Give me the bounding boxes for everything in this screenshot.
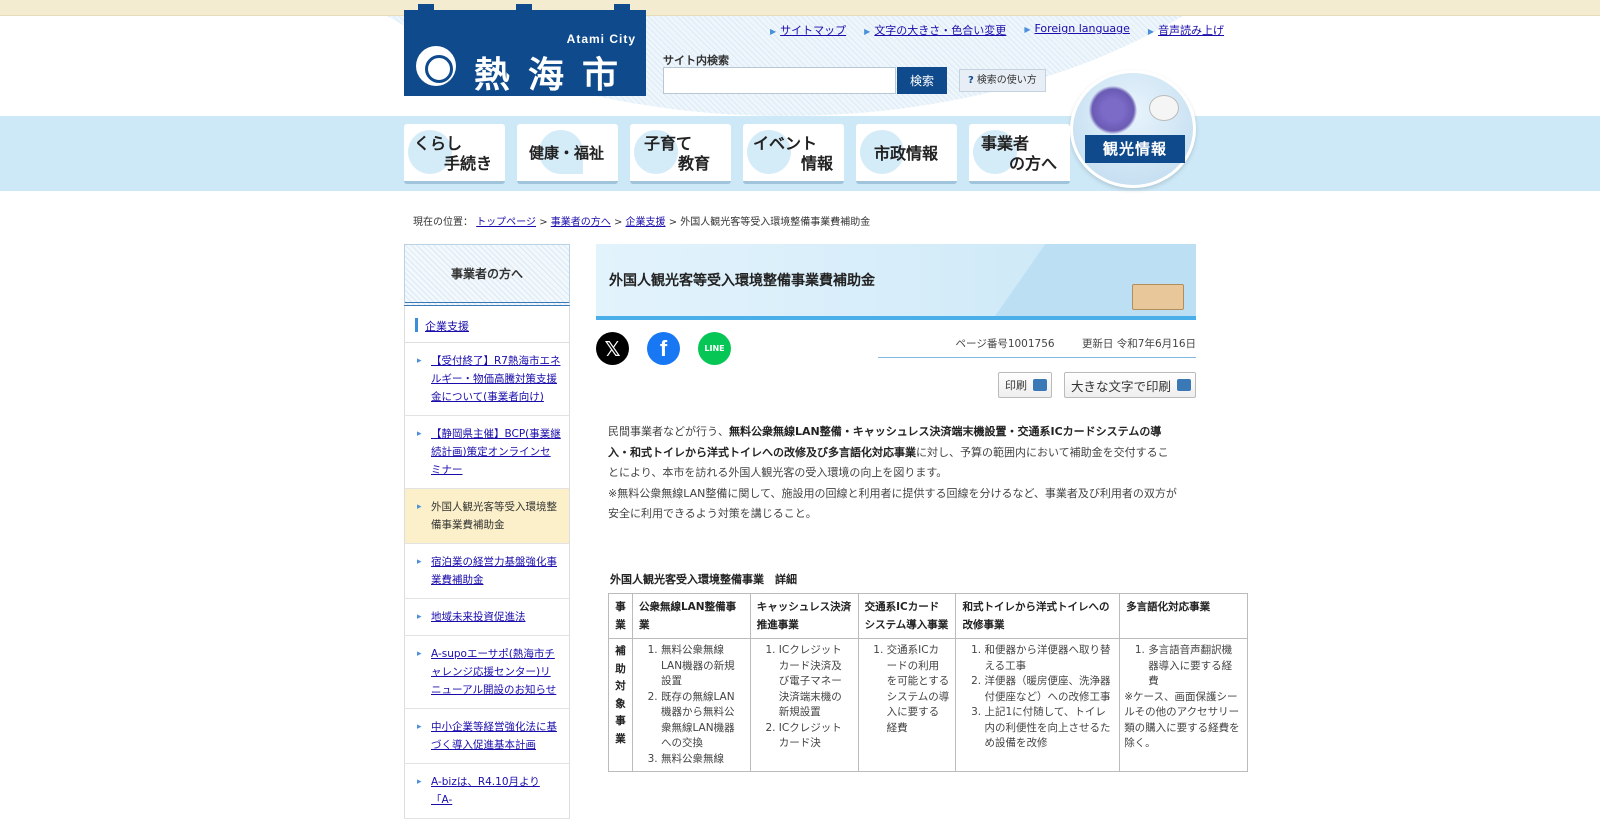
link-text-size-color[interactable]: 文字の大きさ・色合い変更 <box>874 24 1006 37</box>
logo-english: Atami City <box>566 32 636 46</box>
detail-table: 事業 公衆無線LAN整備事業 キャッシュレス決済推進事業 交通系ICカードシステ… <box>608 593 1248 772</box>
triangle-icon: ▶ <box>770 27 777 36</box>
printer-icon <box>1032 379 1047 391</box>
sidebar: 事業者の方へ 企業支援 【受付終了】R7熱海市エネルギー・物価高騰対策支援金につ… <box>404 244 570 819</box>
sidebar-category-link[interactable]: 企業支援 <box>425 320 469 333</box>
print-button[interactable]: 印刷 <box>997 372 1052 398</box>
facebook-share-icon[interactable]: f <box>647 332 680 365</box>
nav-health-welfare[interactable]: 健康・福祉 <box>517 124 618 184</box>
seagull-image <box>1149 95 1179 121</box>
page-number: ページ番号1001756 <box>955 338 1055 350</box>
search-input[interactable] <box>663 67 896 94</box>
table-caption: 外国人観光客受入環境整備事業 詳細 <box>610 573 797 586</box>
table-cell: 多言語音声翻訳機器導入に要する経費※ケース、画面保護シールその他のアクセサリー類… <box>1119 638 1248 772</box>
global-nav: くらし 手続き 健康・福祉 子育て 教育 イベント 情報 市政情報 事業者 の方… <box>404 124 1070 184</box>
nav-for-businesses[interactable]: 事業者 の方へ <box>969 124 1070 184</box>
breadcrumb: 現在の位置： トップページ > 事業者の方へ > 企業支援 > 外国人観光客等受… <box>413 217 871 228</box>
sidebar-item: A-supoエーサポ(熱海市チャレンジ応援センター)リニューアル開設のお知らせ <box>404 636 570 709</box>
link-text-to-speech[interactable]: 音声読み上げ <box>1158 24 1224 37</box>
page-meta: ページ番号1001756 更新日 令和7年6月16日 <box>878 336 1196 358</box>
nav-living-procedures[interactable]: くらし 手続き <box>404 124 505 184</box>
search-help-label: 検索の使い方 <box>976 75 1037 86</box>
tourism-info-label: 観光情報 <box>1085 135 1185 163</box>
sidebar-item: 中小企業等経営強化法に基づく導入促進基本計画 <box>404 709 570 764</box>
table-cell: 和便器から洋便器へ取り替える工事洋便器（暖房便座、洗浄器付便座など）への改修工事… <box>955 638 1121 772</box>
main-content: 外国人観光客等受入環境整備事業費補助金 𝕏 f LINE ページ番号100175… <box>596 244 1248 772</box>
table-cell: ICクレジットカード決済及び電子マネー決済端末機の新規設置ICクレジットカード決 <box>749 638 859 772</box>
site-logo[interactable]: Atami City 熱海市 <box>404 4 646 96</box>
printer-icon <box>1177 379 1191 391</box>
breadcrumb-top[interactable]: トップページ <box>476 217 536 228</box>
sidebar-item-current: 外国人観光客等受入環境整備事業費補助金 <box>404 489 570 544</box>
triangle-icon: ▶ <box>1147 27 1155 36</box>
utility-links: ▶ サイトマップ ▶ 文字の大きさ・色合い変更 ▶ Foreign language … <box>770 22 1224 38</box>
table-row: 補助対象事業 無料公衆無線LAN機器の新規設置既存の無線LAN機器から無料公衆無… <box>608 638 1248 772</box>
table-cell: 交通系ICカードの利用を可能とするシステムの導入に要する経費 <box>857 638 957 772</box>
sidebar-item: 地域未来投資促進法 <box>404 599 570 636</box>
sidebar-item: 宿泊業の経営力基盤強化事業費補助金 <box>404 544 570 599</box>
table-header-row: 事業 公衆無線LAN整備事業 キャッシュレス決済推進事業 交通系ICカードシステ… <box>608 593 1248 639</box>
wooden-tub-image <box>1132 284 1184 310</box>
sidebar-heading: 事業者の方へ <box>404 244 570 306</box>
nav-city-government[interactable]: 市政情報 <box>856 124 957 184</box>
breadcrumb-current: 外国人観光客等受入環境整備事業費補助金 <box>680 217 871 228</box>
table-cell: 無料公衆無線LAN機器の新規設置既存の無線LAN機器から無料公衆無線LAN機器へ… <box>631 638 751 772</box>
triangle-icon: ▶ <box>864 27 871 36</box>
page-title: 外国人観光客等受入環境整備事業費補助金 <box>609 273 875 289</box>
tourism-info-button[interactable]: 観光情報 <box>1070 70 1196 188</box>
link-sitemap[interactable]: サイトマップ <box>780 24 846 37</box>
search-help-button[interactable]: ? 検索の使い方 <box>959 69 1046 92</box>
jacaranda-flowers-image <box>1089 85 1137 135</box>
triangle-icon: ▶ <box>1024 25 1031 34</box>
line-share-icon[interactable]: LINE <box>698 332 731 365</box>
nav-childcare-education[interactable]: 子育て 教育 <box>630 124 731 184</box>
question-icon: ? <box>968 75 974 86</box>
city-crest-icon <box>416 46 456 86</box>
title-bar: 外国人観光客等受入環境整備事業費補助金 <box>596 244 1196 320</box>
sidebar-item: 【受付終了】R7熱海市エネルギー・物価高騰対策支援金について(事業者向け) <box>404 343 570 416</box>
top-strip <box>0 0 1600 16</box>
logo-japanese: 熱海市 <box>474 54 637 96</box>
search-button[interactable]: 検索 <box>897 67 947 94</box>
sidebar-category: 企業支援 <box>404 306 570 343</box>
breadcrumb-support[interactable]: 企業支援 <box>626 217 666 228</box>
sidebar-item: 【静岡県主催】BCP(事業継続計画)策定オンラインセミナー <box>404 416 570 489</box>
sidebar-item: A-bizは、R4.10月より「A- <box>404 764 570 819</box>
nav-event-info[interactable]: イベント 情報 <box>743 124 844 184</box>
share-buttons: 𝕏 f LINE <box>596 332 731 365</box>
updated-date: 更新日 令和7年6月16日 <box>1081 338 1196 350</box>
x-share-icon[interactable]: 𝕏 <box>596 332 629 365</box>
link-foreign-language[interactable]: Foreign language <box>1034 22 1129 35</box>
print-large-button[interactable]: 大きな文字で印刷 <box>1063 372 1196 398</box>
print-buttons: 印刷 大きな文字で印刷 <box>997 372 1196 398</box>
intro-text: 民間事業者などが行う、無料公衆無線LAN整備・キャッシュレス決済端末機設置・交通… <box>608 425 1177 520</box>
breadcrumb-business[interactable]: 事業者の方へ <box>551 217 611 228</box>
search-label: サイト内検索 <box>663 54 729 67</box>
